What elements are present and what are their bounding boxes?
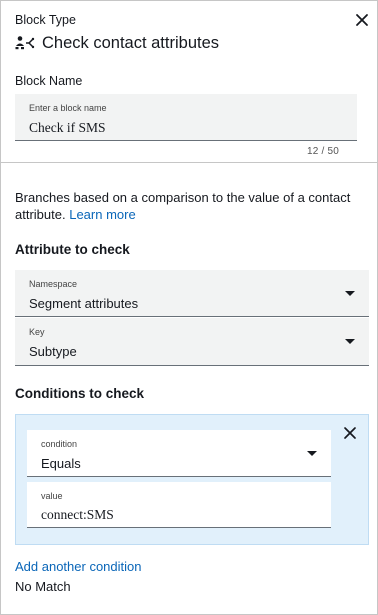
remove-condition-button[interactable] — [342, 425, 358, 441]
add-condition-link[interactable]: Add another condition — [15, 559, 141, 574]
chevron-down-icon — [345, 339, 355, 344]
block-type-title: Check contact attributes — [42, 33, 220, 52]
description: Branches based on a comparison to the va… — [15, 189, 365, 223]
conditions-section-title: Conditions to check — [15, 386, 145, 401]
value-label: value — [41, 491, 63, 501]
block-name-label: Block Name — [15, 74, 83, 88]
block-type-label: Block Type — [15, 13, 76, 27]
attribute-section-title: Attribute to check — [15, 242, 130, 257]
close-panel-button[interactable] — [353, 11, 371, 29]
namespace-value: Segment attributes — [29, 296, 139, 311]
block-type-row: Check contact attributes — [15, 32, 219, 54]
block-name-field[interactable]: Enter a block name Check if SMS — [15, 94, 357, 141]
close-icon — [353, 11, 371, 29]
close-icon — [342, 427, 358, 445]
condition-label: condition — [41, 439, 78, 449]
chevron-down-icon — [345, 291, 355, 296]
block-config-panel: Block Type Check contact attributes Bloc… — [0, 0, 378, 615]
namespace-label: Namespace — [29, 279, 78, 289]
section-divider — [1, 162, 377, 163]
block-name-value[interactable]: Check if SMS — [29, 120, 106, 136]
no-match-label: No Match — [15, 579, 71, 594]
block-name-placeholder-label: Enter a block name — [29, 103, 107, 113]
learn-more-link[interactable]: Learn more — [69, 207, 135, 222]
description-text: Branches based on a comparison to the va… — [15, 190, 351, 222]
chevron-down-icon — [307, 451, 317, 456]
value-input[interactable]: connect:SMS — [41, 507, 114, 523]
char-count: 12 / 50 — [307, 146, 339, 157]
namespace-select[interactable]: Namespace Segment attributes — [15, 270, 369, 317]
key-label: Key — [29, 327, 45, 337]
key-value: Subtype — [29, 344, 77, 359]
branch-icon — [15, 34, 35, 52]
key-select[interactable]: Key Subtype — [15, 318, 369, 366]
condition-operator-select[interactable]: condition Equals — [27, 430, 331, 477]
condition-value-field[interactable]: value connect:SMS — [27, 482, 331, 528]
condition-value: Equals — [41, 456, 81, 471]
